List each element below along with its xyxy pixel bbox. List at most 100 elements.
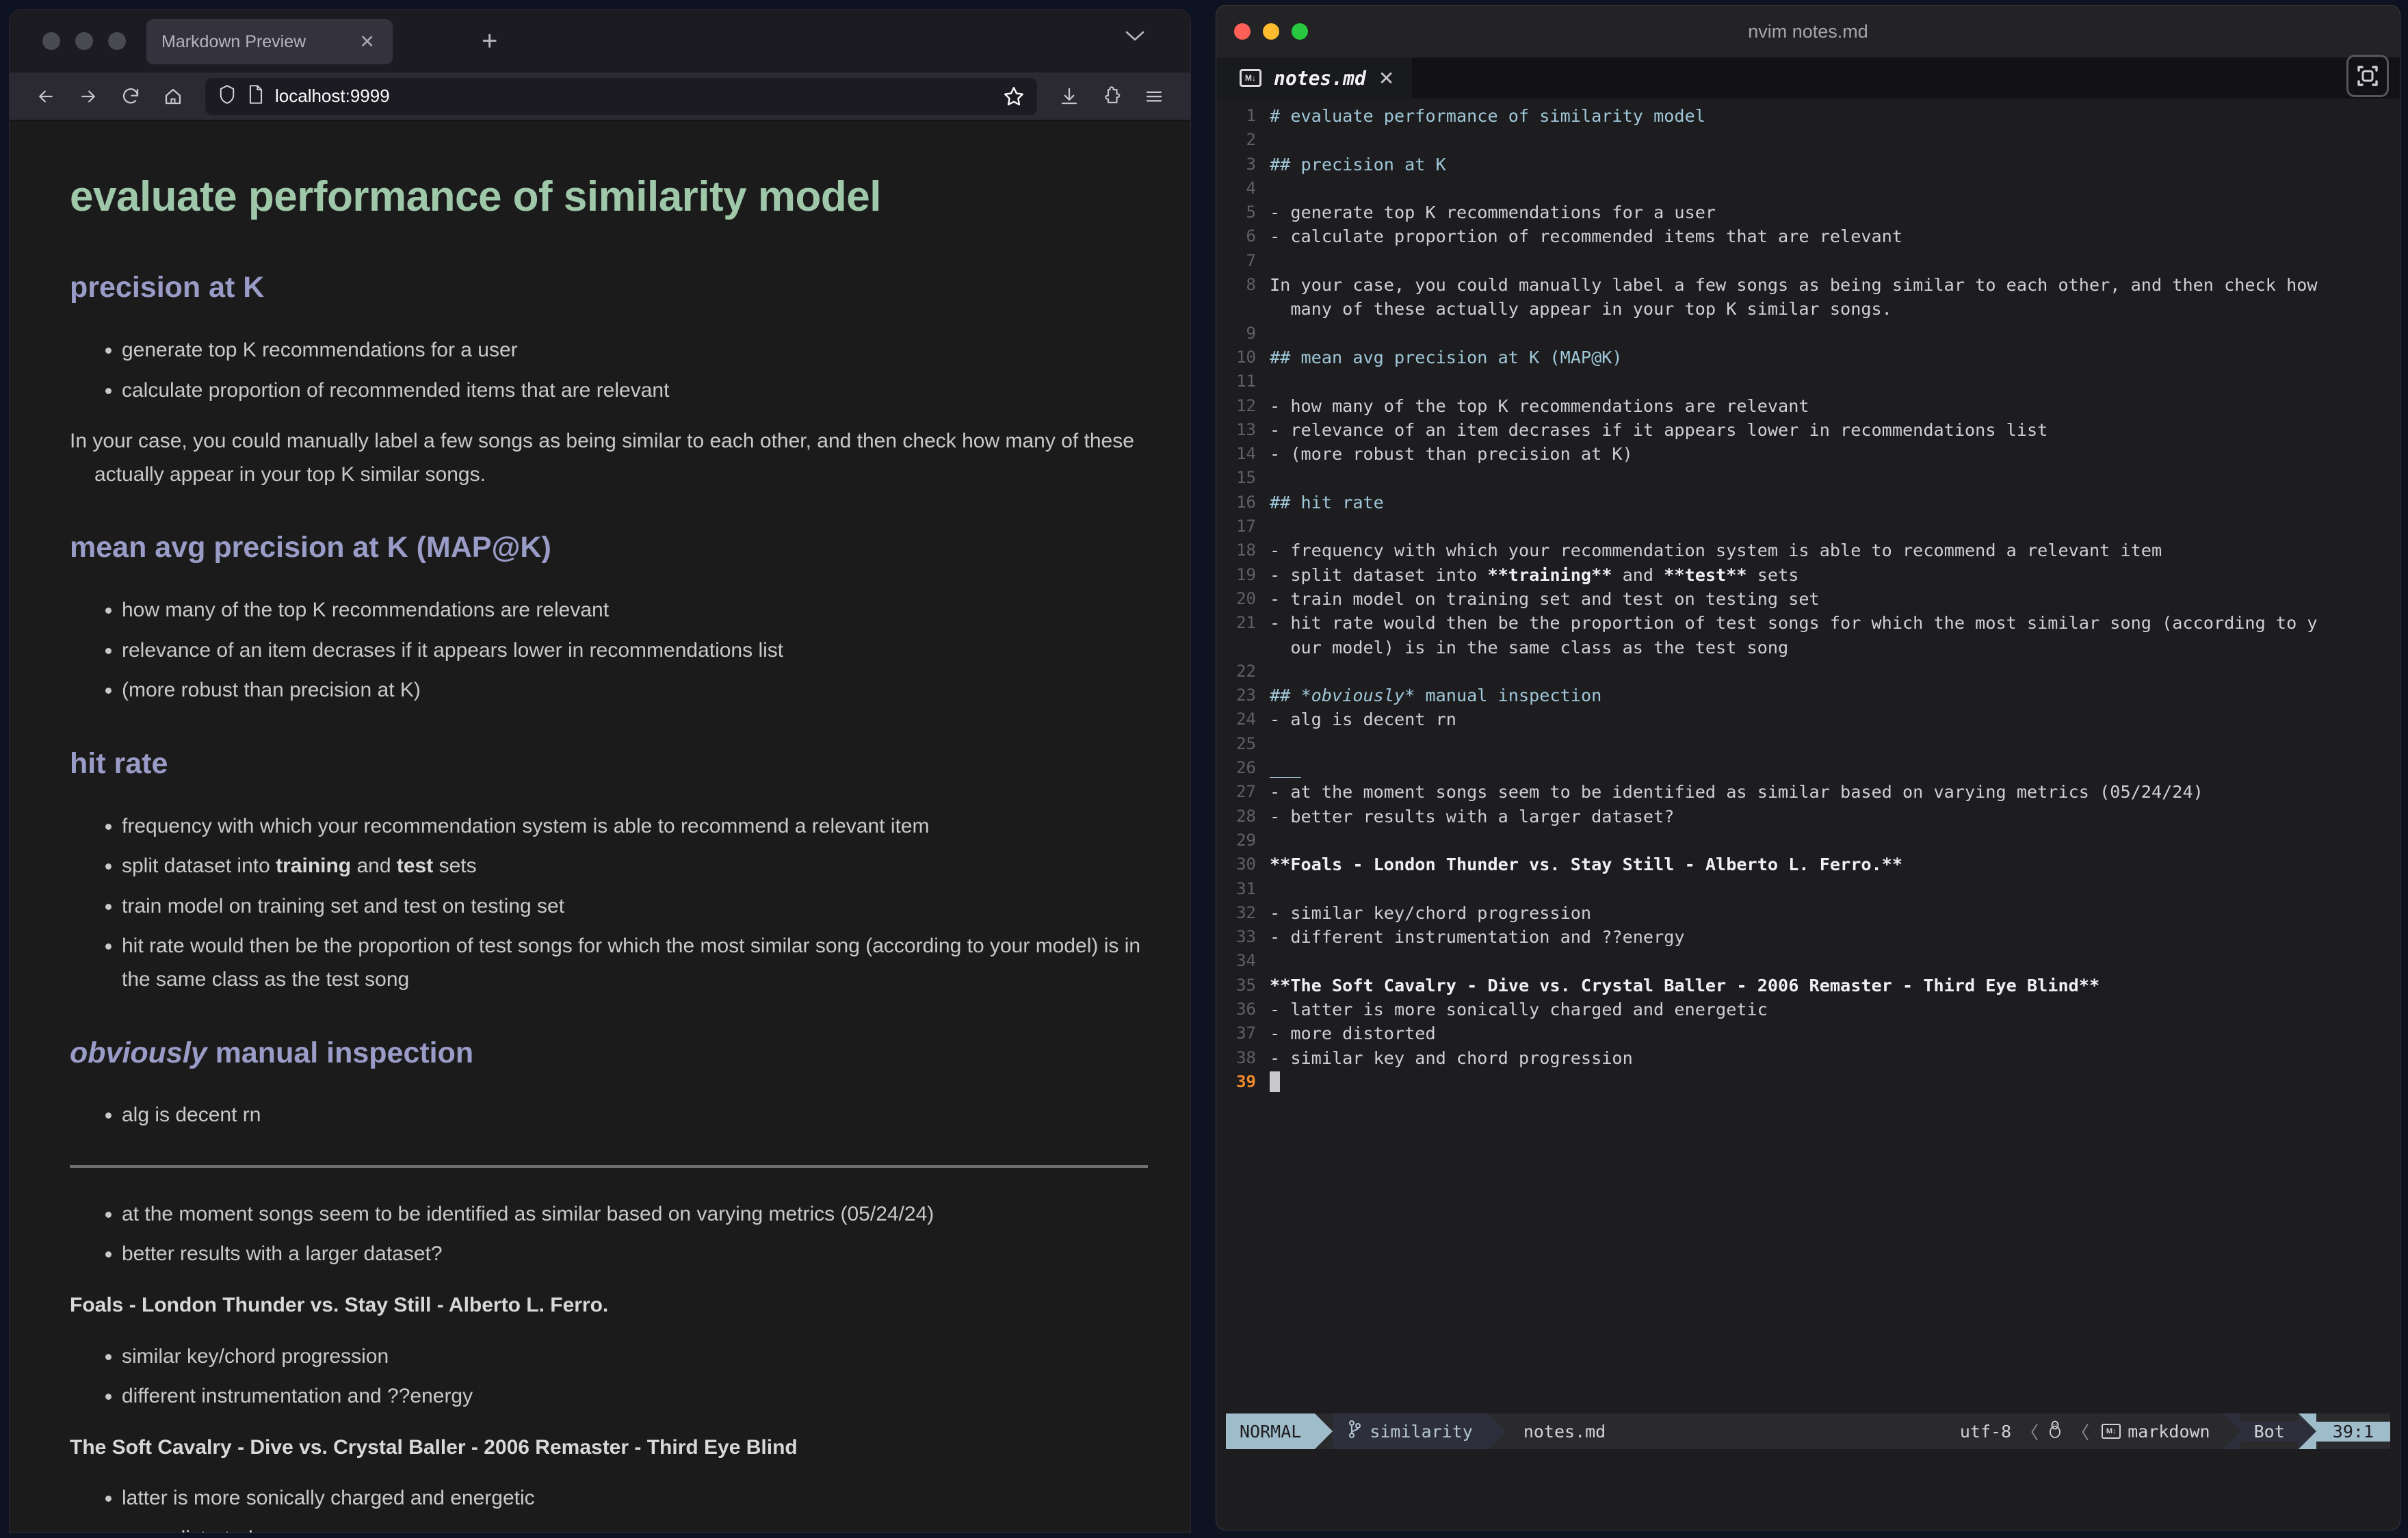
status-spacer	[1623, 1413, 1950, 1449]
line-number: 18	[1236, 540, 1256, 560]
browser-minimize-button[interactable]	[75, 32, 93, 50]
hamburger-menu-icon[interactable]	[1136, 78, 1173, 115]
chevron-down-icon[interactable]	[1125, 25, 1145, 48]
editor-line[interactable]: 27 - at the moment songs seem to be ident…	[1216, 780, 2400, 804]
editor-line[interactable]: 12 - how many of the top K recommendation…	[1216, 394, 2400, 418]
horizontal-rule	[70, 1164, 1148, 1168]
status-sep-4	[2298, 1413, 2316, 1449]
editor-line[interactable]: 31	[1216, 877, 2400, 901]
line-text: **Foals - London Thunder vs. Stay Still …	[1270, 852, 1902, 876]
editor-line[interactable]: 6 - calculate proportion of recommended i…	[1216, 224, 2400, 248]
browser-close-button[interactable]	[42, 32, 60, 50]
editor-line[interactable]: 39	[1216, 1070, 2400, 1094]
editor-line[interactable]: 29	[1216, 829, 2400, 852]
line-number: 4	[1246, 178, 1256, 198]
line-span: - generate top K recommendations for a u…	[1270, 203, 1716, 223]
editor-line[interactable]: 4	[1216, 177, 2400, 200]
extensions-puzzle-icon[interactable]	[1093, 78, 1130, 115]
editor-line[interactable]: 11	[1216, 369, 2400, 393]
editor-line[interactable]: 14 - (more robust than precision at K)	[1216, 442, 2400, 466]
editor-line[interactable]: 2	[1216, 128, 2400, 152]
editor-line[interactable]: 38 - similar key and chord progression	[1216, 1046, 2400, 1070]
editor-line[interactable]: 18 - frequency with which your recommenda…	[1216, 538, 2400, 562]
star-icon[interactable]	[997, 80, 1030, 113]
line-span: ##	[1270, 686, 1301, 706]
list-item: alg is decent rn	[122, 1099, 1148, 1132]
home-icon[interactable]	[155, 78, 192, 115]
url-text: localhost:9999	[275, 86, 390, 106]
browser-tab[interactable]: Markdown Preview ✕	[146, 19, 393, 64]
status-location: Bot	[2240, 1421, 2299, 1442]
line-span: - relevance of an item decrases if it ap…	[1270, 419, 2048, 440]
editor-line[interactable]: 25	[1216, 732, 2400, 756]
editor-line[interactable]: 20 - train model on training set and test…	[1216, 587, 2400, 611]
list-item: frequency with which your recommendation…	[122, 810, 1148, 844]
list-item: more distorted	[122, 1522, 1148, 1533]
editor-line[interactable]: 24 - alg is decent rn	[1216, 707, 2400, 731]
editor-line[interactable]: 17	[1216, 514, 2400, 538]
nvim-editor-buffer[interactable]: 1 # evaluate performance of similarity mo…	[1216, 99, 2400, 1530]
line-number: 8	[1246, 275, 1256, 295]
editor-line[interactable]: 19 - split dataset into **training** and …	[1216, 563, 2400, 587]
editor-line[interactable]: 36 - latter is more sonically charged and…	[1216, 998, 2400, 1021]
text-cursor	[1270, 1071, 1280, 1092]
new-tab-button[interactable]: +	[482, 26, 497, 56]
line-span: In your case, you could manually label a…	[1270, 275, 2318, 296]
markdown-icon: M↓	[2102, 1424, 2121, 1439]
editor-line[interactable]: 16 ## hit rate	[1216, 491, 2400, 514]
bold-test: test	[396, 855, 434, 878]
markdown-preview-viewport[interactable]: evaluate performance of similarity model…	[10, 120, 1190, 1533]
line-text	[1270, 1070, 1280, 1094]
editor-line[interactable]: our model) is in the same class as the t…	[1216, 636, 2400, 660]
editor-line[interactable]: 10 ## mean avg precision at K (MAP@K)	[1216, 346, 2400, 369]
editor-line[interactable]: 5 - generate top K recommendations for a …	[1216, 200, 2400, 224]
editor-line[interactable]: 21 - hit rate would then be the proportio…	[1216, 611, 2400, 635]
page-icon[interactable]	[248, 84, 264, 108]
editor-line[interactable]: 22	[1216, 660, 2400, 683]
preview-h2-manual-em: obviously	[70, 1036, 207, 1069]
url-bar[interactable]: localhost:9999	[205, 77, 1037, 115]
editor-line[interactable]: 13 - relevance of an item decrases if it …	[1216, 418, 2400, 442]
status-mode: NORMAL	[1226, 1413, 1316, 1449]
line-number: 13	[1236, 419, 1256, 439]
reload-icon[interactable]	[112, 78, 149, 115]
editor-line[interactable]: 1 # evaluate performance of similarity mo…	[1216, 104, 2400, 128]
line-number: 29	[1236, 830, 1256, 850]
back-arrow-icon[interactable]	[27, 78, 64, 115]
close-icon[interactable]: ✕	[356, 32, 378, 51]
line-text: In your case, you could manually label a…	[1270, 273, 2318, 297]
editor-line[interactable]: 37 - more distorted	[1216, 1021, 2400, 1045]
line-span: ___	[1270, 758, 1301, 779]
line-number: 22	[1236, 661, 1256, 681]
editor-line[interactable]: 34	[1216, 949, 2400, 973]
editor-line[interactable]: 23 ## *obviously* manual inspection	[1216, 683, 2400, 707]
editor-line[interactable]: 8 In your case, you could manually label …	[1216, 273, 2400, 297]
nvim-buffer-tab[interactable]: M↓ notes.md ✕	[1216, 57, 1413, 99]
editor-line[interactable]: 9	[1216, 322, 2400, 346]
editor-line[interactable]: 35 **The Soft Cavalry - Dive vs. Crystal …	[1216, 974, 2400, 998]
line-span: - latter is more sonically charged and e…	[1270, 999, 1768, 1019]
close-icon[interactable]: ✕	[1378, 67, 1394, 90]
download-icon[interactable]	[1051, 78, 1088, 115]
editor-line[interactable]: 15	[1216, 466, 2400, 490]
shield-icon[interactable]	[218, 84, 237, 108]
line-text: many of these actually appear in your to…	[1270, 297, 1892, 321]
line-text: - relevance of an item decrases if it ap…	[1270, 418, 2047, 442]
line-span: - similar key/chord progression	[1270, 902, 1592, 923]
list-item: similar key/chord progression	[122, 1340, 1148, 1374]
editor-line[interactable]: 30 **Foals - London Thunder vs. Stay Stil…	[1216, 852, 2400, 876]
editor-line[interactable]: 3 ## precision at K	[1216, 153, 2400, 177]
editor-line[interactable]: 33 - different instrumentation and ??ener…	[1216, 925, 2400, 949]
editor-line[interactable]: 26 ___	[1216, 756, 2400, 780]
fullscreen-icon[interactable]	[2346, 55, 2389, 97]
editor-line[interactable]: 28 - better results with a larger dataset…	[1216, 805, 2400, 829]
editor-line[interactable]: 7	[1216, 249, 2400, 273]
list-item: better results with a larger dataset?	[122, 1238, 1148, 1271]
status-filetype: markdown	[2128, 1421, 2210, 1442]
line-span: - calculate proportion of recommended it…	[1270, 226, 1903, 247]
browser-maximize-button[interactable]	[108, 32, 126, 50]
editor-line[interactable]: 32 - similar key/chord progression	[1216, 901, 2400, 925]
editor-line[interactable]: many of these actually appear in your to…	[1216, 297, 2400, 321]
forward-arrow-icon[interactable]	[70, 78, 107, 115]
line-number: 9	[1246, 323, 1256, 343]
